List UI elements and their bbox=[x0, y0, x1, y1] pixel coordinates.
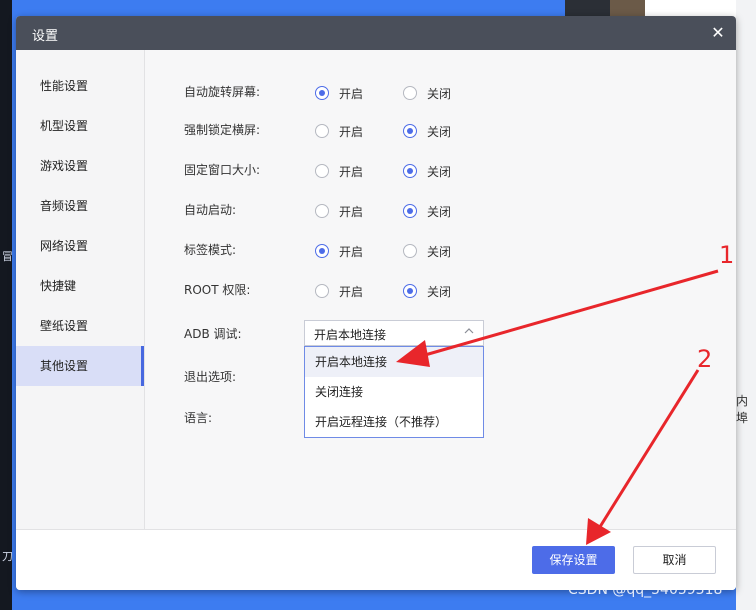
root-permission-on-label[interactable]: 开启 bbox=[339, 283, 363, 300]
dialog-footer: 保存设置 取消 bbox=[16, 529, 736, 590]
force-landscape-on-label[interactable]: 开启 bbox=[339, 123, 363, 140]
cancel-button[interactable]: 取消 bbox=[633, 546, 716, 574]
annotation-marker-2: 2 bbox=[697, 345, 713, 373]
force-landscape-on-radio[interactable] bbox=[315, 124, 329, 138]
desktop-background-left bbox=[0, 0, 12, 610]
root-permission-off-radio[interactable] bbox=[403, 284, 417, 298]
background-partial-text: 内埠 bbox=[736, 394, 749, 425]
settings-content: 自动旋转屏幕: 开启 关闭 强制锁定横屏: 开启 关闭 固定窗口大小: 开启 关… bbox=[145, 50, 736, 529]
csdn-watermark: CSDN @qq_54059318 bbox=[568, 582, 723, 598]
fixed-window-size-on-label[interactable]: 开启 bbox=[339, 163, 363, 180]
sidebar-item-game[interactable]: 游戏设置 bbox=[16, 146, 144, 186]
auto-start-on-label[interactable]: 开启 bbox=[339, 203, 363, 220]
sidebar-item-performance[interactable]: 性能设置 bbox=[16, 66, 144, 106]
auto-rotate-off-label[interactable]: 关闭 bbox=[427, 85, 451, 102]
settings-sidebar: 性能设置 机型设置 游戏设置 音频设置 网络设置 快捷键 壁纸设置 其他设置 bbox=[16, 50, 145, 529]
auto-rotate-off-radio[interactable] bbox=[403, 86, 417, 100]
sidebar-item-network[interactable]: 网络设置 bbox=[16, 226, 144, 266]
force-landscape-off-label[interactable]: 关闭 bbox=[427, 123, 451, 140]
fixed-window-size-label: 固定窗口大小: bbox=[184, 163, 261, 177]
root-permission-on-radio[interactable] bbox=[315, 284, 329, 298]
settings-dialog: 设置 ✕ 性能设置 机型设置 游戏设置 音频设置 网络设置 快捷键 壁纸设置 其… bbox=[16, 16, 736, 590]
auto-rotate-on-label[interactable]: 开启 bbox=[339, 85, 363, 102]
auto-start-off-radio[interactable] bbox=[403, 204, 417, 218]
adb-option-off[interactable]: 关闭连接 bbox=[305, 377, 483, 407]
auto-start-label: 自动启动: bbox=[184, 203, 237, 217]
dialog-titlebar: 设置 ✕ bbox=[16, 16, 736, 50]
adb-debug-label: ADB 调试: bbox=[184, 327, 242, 341]
root-permission-off-label[interactable]: 关闭 bbox=[427, 283, 451, 300]
force-landscape-off-radio[interactable] bbox=[403, 124, 417, 138]
root-permission-label: ROOT 权限: bbox=[184, 283, 251, 297]
background-left-char: 刀 bbox=[2, 550, 13, 563]
force-landscape-label: 强制锁定横屏: bbox=[184, 123, 261, 137]
adb-selected-value: 开启本地连接 bbox=[314, 328, 387, 342]
close-icon[interactable]: ✕ bbox=[708, 23, 728, 43]
adb-dropdown-menu: 开启本地连接 关闭连接 开启远程连接（不推荐） bbox=[304, 346, 484, 438]
fixed-window-size-off-label[interactable]: 关闭 bbox=[427, 163, 451, 180]
fixed-window-size-off-radio[interactable] bbox=[403, 164, 417, 178]
auto-rotate-label: 自动旋转屏幕: bbox=[184, 85, 261, 99]
auto-start-off-label[interactable]: 关闭 bbox=[427, 203, 451, 220]
sidebar-item-device-model[interactable]: 机型设置 bbox=[16, 106, 144, 146]
sidebar-item-wallpaper[interactable]: 壁纸设置 bbox=[16, 306, 144, 346]
desktop-window-thumb bbox=[610, 0, 645, 16]
dialog-title: 设置 bbox=[32, 29, 59, 44]
exit-option-label: 退出选项: bbox=[184, 370, 237, 384]
sidebar-item-other[interactable]: 其他设置 bbox=[16, 346, 144, 386]
adb-option-local[interactable]: 开启本地连接 bbox=[305, 347, 483, 377]
annotation-marker-1: 1 bbox=[719, 241, 735, 269]
sidebar-item-audio[interactable]: 音频设置 bbox=[16, 186, 144, 226]
tab-mode-off-label[interactable]: 关闭 bbox=[427, 243, 451, 260]
tab-mode-on-label[interactable]: 开启 bbox=[339, 243, 363, 260]
chevron-up-icon bbox=[462, 324, 476, 341]
auto-rotate-on-radio[interactable] bbox=[315, 86, 329, 100]
save-settings-button[interactable]: 保存设置 bbox=[532, 546, 615, 574]
auto-start-on-radio[interactable] bbox=[315, 204, 329, 218]
tab-mode-off-radio[interactable] bbox=[403, 244, 417, 258]
background-left-char: 冒 bbox=[2, 250, 13, 263]
fixed-window-size-on-radio[interactable] bbox=[315, 164, 329, 178]
tab-mode-on-radio[interactable] bbox=[315, 244, 329, 258]
tab-mode-label: 标签模式: bbox=[184, 243, 237, 257]
language-label: 语言: bbox=[184, 411, 213, 425]
adb-debug-select[interactable]: 开启本地连接 bbox=[304, 320, 484, 346]
desktop-background-right bbox=[736, 0, 756, 610]
adb-option-remote[interactable]: 开启远程连接（不推荐） bbox=[305, 407, 483, 437]
sidebar-item-shortcuts[interactable]: 快捷键 bbox=[16, 266, 144, 306]
